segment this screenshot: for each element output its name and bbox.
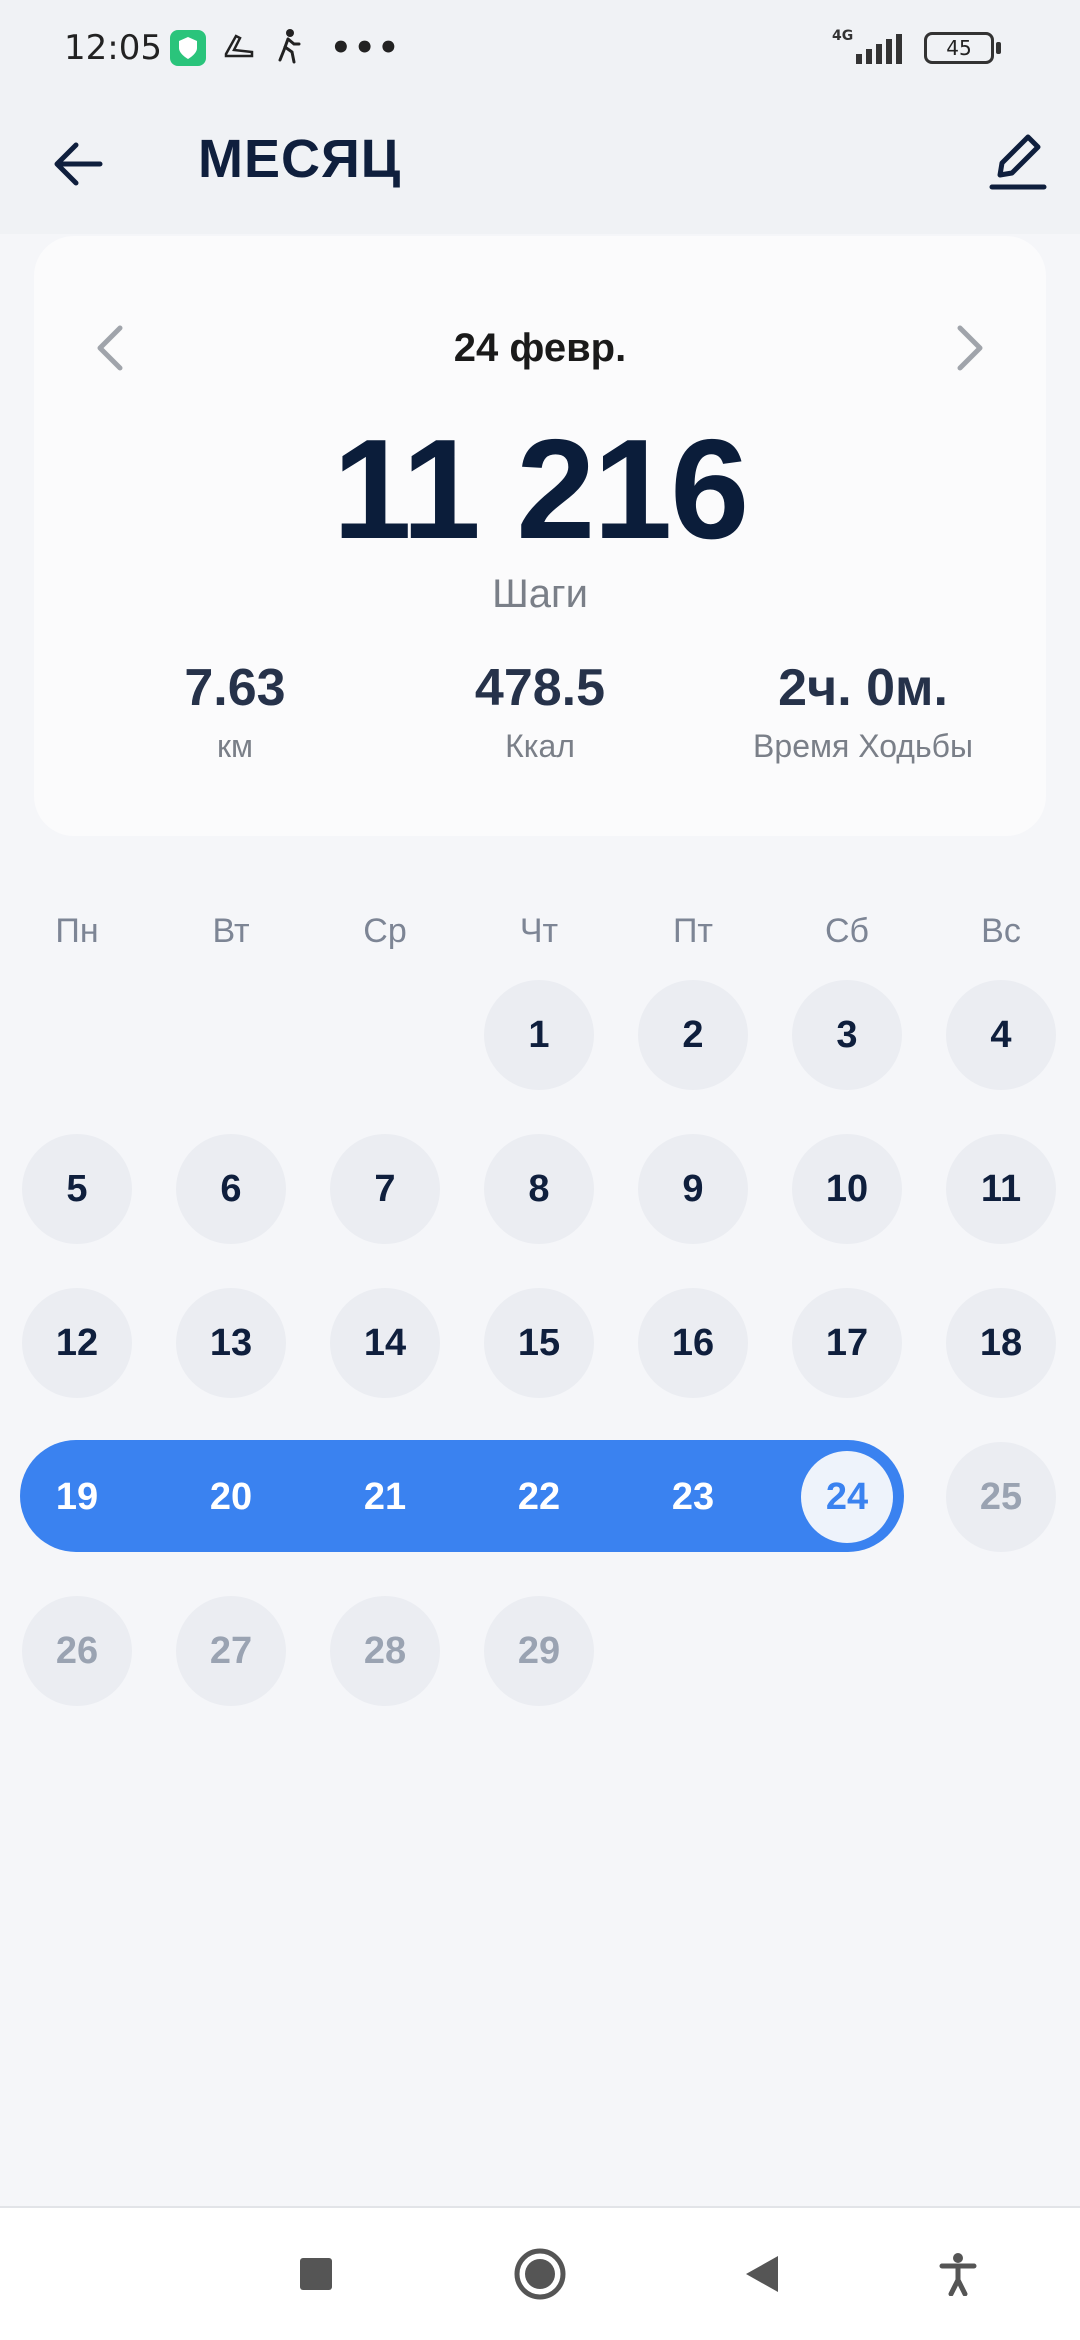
calendar-day-21[interactable]: 21 xyxy=(330,1442,440,1552)
weekday-label: Пт xyxy=(672,912,713,950)
network-type: 4G xyxy=(832,28,854,44)
weekday-header: Пн Вт Ср Чт Пт Сб Вс xyxy=(0,912,1080,962)
calendar-day-19[interactable]: 19 xyxy=(22,1442,132,1552)
calendar-day-17[interactable]: 17 xyxy=(792,1288,902,1398)
calendar-day-28[interactable]: 28 xyxy=(330,1596,440,1706)
calendar-day-4[interactable]: 4 xyxy=(946,980,1056,1090)
home-circle-icon xyxy=(514,2248,566,2300)
square-icon xyxy=(300,2258,332,2290)
back-system-button[interactable] xyxy=(722,2234,802,2314)
selected-date: 24 февр. xyxy=(453,326,627,370)
system-navigation-bar xyxy=(0,2206,1080,2340)
weekday-label: Вс xyxy=(981,912,1021,950)
calories-label: Ккал xyxy=(505,728,575,764)
calendar-day-29[interactable]: 29 xyxy=(484,1596,594,1706)
calendar-day-16[interactable]: 16 xyxy=(638,1288,748,1398)
recents-button[interactable] xyxy=(276,2234,356,2314)
walking-time-stat: 2ч. 0м. Время Ходьбы xyxy=(698,658,1028,765)
system-indicators: 4G 45 xyxy=(832,28,1022,70)
status-bar: 12:05 ••• 4G 45 xyxy=(0,0,1080,100)
weekday-label: Ср xyxy=(363,912,407,950)
calories-stat: 478.5 Ккал xyxy=(375,658,705,765)
distance-label: км xyxy=(217,728,253,764)
weekday-label: Чт xyxy=(519,912,559,950)
home-button[interactable] xyxy=(500,2234,580,2314)
calendar-day-13[interactable]: 13 xyxy=(176,1288,286,1398)
steps-count: 11 216 xyxy=(332,410,750,569)
distance-value: 7.63 xyxy=(184,659,286,717)
shoe-icon xyxy=(222,28,256,71)
calendar-day-20[interactable]: 20 xyxy=(176,1442,286,1552)
calendar-day-11[interactable]: 11 xyxy=(946,1134,1056,1244)
calendar-day-1[interactable]: 1 xyxy=(484,980,594,1090)
calendar-day-26[interactable]: 26 xyxy=(22,1596,132,1706)
weekday-label: Сб xyxy=(824,912,870,950)
walking-time-value: 2ч. 0м. xyxy=(778,659,948,717)
weekday-label: Вт xyxy=(212,912,250,950)
calendar-day-9[interactable]: 9 xyxy=(638,1134,748,1244)
calendar-day-27[interactable]: 27 xyxy=(176,1596,286,1706)
signal-icon xyxy=(854,34,910,68)
accessibility-button[interactable] xyxy=(918,2234,998,2314)
edit-button[interactable] xyxy=(976,120,1060,204)
calendar-day-24[interactable]: 24 xyxy=(801,1451,893,1543)
back-button[interactable] xyxy=(40,126,116,202)
next-day-button[interactable] xyxy=(940,310,1000,386)
weekday-label: Пн xyxy=(55,912,99,950)
calendar-day-3[interactable]: 3 xyxy=(792,980,902,1090)
calendar-day-12[interactable]: 12 xyxy=(22,1288,132,1398)
calendar-day-5[interactable]: 5 xyxy=(22,1134,132,1244)
accessibility-icon xyxy=(939,2253,977,2296)
calendar-day-10[interactable]: 10 xyxy=(792,1134,902,1244)
calories-value: 478.5 xyxy=(474,659,606,717)
walking-time-label: Время Ходьбы xyxy=(753,728,973,764)
battery-icon: 45 xyxy=(924,32,994,64)
calendar-day-14[interactable]: 14 xyxy=(330,1288,440,1398)
calendar-day-18[interactable]: 18 xyxy=(946,1288,1056,1398)
calendar-day-15[interactable]: 15 xyxy=(484,1288,594,1398)
distance-stat: 7.63 км xyxy=(70,658,400,765)
app-bar: МЕСЯЦ xyxy=(0,100,1080,234)
calendar-day-6[interactable]: 6 xyxy=(176,1134,286,1244)
calendar-day-7[interactable]: 7 xyxy=(330,1134,440,1244)
page-title: МЕСЯЦ xyxy=(198,129,402,189)
calendar-day-22[interactable]: 22 xyxy=(484,1442,594,1552)
triangle-back-icon xyxy=(746,2256,778,2292)
steps-label: Шаги xyxy=(492,572,588,616)
battery-nub xyxy=(996,42,1001,54)
summary-card: 24 февр. 11 216 Шаги 7.63 км 478.5 Ккал … xyxy=(34,236,1046,836)
calendar-day-8[interactable]: 8 xyxy=(484,1134,594,1244)
arrow-left-icon xyxy=(54,142,103,186)
walking-icon xyxy=(272,28,306,73)
calendar-day-2[interactable]: 2 xyxy=(638,980,748,1090)
status-time: 12:05 xyxy=(64,28,162,68)
chevron-right-icon xyxy=(957,325,983,371)
calendar-day-23[interactable]: 23 xyxy=(638,1442,748,1552)
selected-week-highlight xyxy=(20,1440,904,1552)
more-dots-icon: ••• xyxy=(330,28,402,68)
shield-icon xyxy=(170,30,206,66)
pencil-icon xyxy=(989,134,1047,190)
calendar-day-25[interactable]: 25 xyxy=(946,1442,1056,1552)
